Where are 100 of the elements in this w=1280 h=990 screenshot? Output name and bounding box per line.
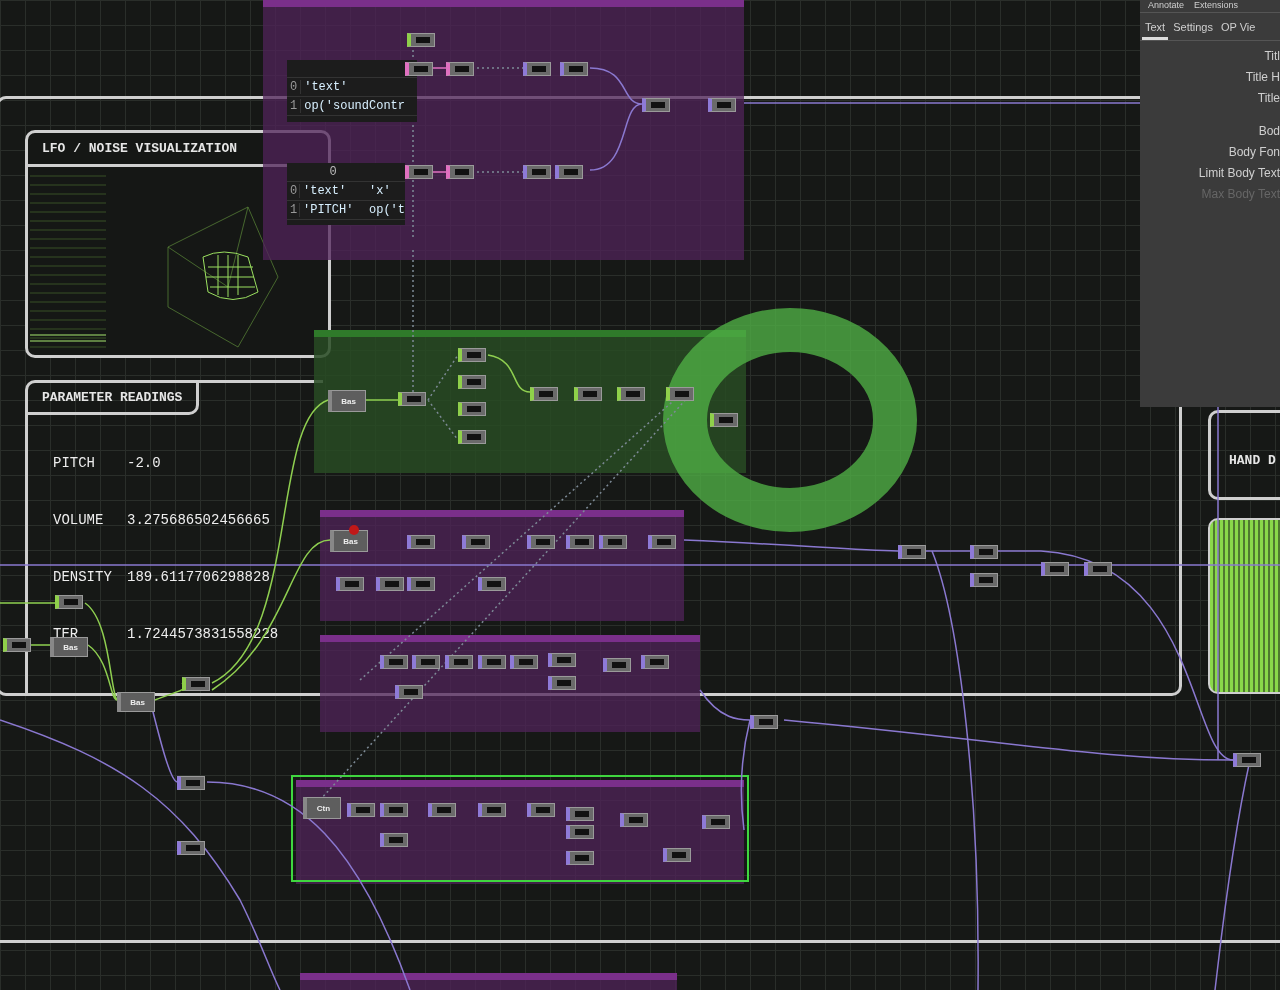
table-cell: 1 <box>287 99 302 113</box>
operator-node[interactable] <box>566 535 594 549</box>
operator-node[interactable] <box>548 676 576 690</box>
operator-node[interactable] <box>663 848 691 862</box>
operator-node[interactable]: Bas <box>330 530 368 552</box>
operator-node[interactable] <box>702 815 730 829</box>
reading-label: PITCH <box>53 455 96 471</box>
panel-title: PARAMETER READINGS <box>28 383 200 415</box>
operator-node[interactable]: Ctn <box>303 797 341 819</box>
reading-value: 189.6117706298828 <box>127 569 270 585</box>
operator-node[interactable] <box>970 545 998 559</box>
operator-node[interactable] <box>446 62 474 76</box>
operator-node[interactable] <box>458 375 486 389</box>
operator-node[interactable] <box>750 715 778 729</box>
operator-node[interactable] <box>412 655 440 669</box>
menu-item[interactable]: Annotate <box>1148 0 1185 10</box>
reading-value: 3.275686502456665 <box>127 512 270 528</box>
operator-node[interactable] <box>407 33 435 47</box>
panel-title: HAND D <box>1229 453 1276 468</box>
operator-node[interactable] <box>458 430 486 444</box>
operator-node[interactable] <box>478 803 506 817</box>
operator-node[interactable]: Bas <box>50 637 88 657</box>
operator-node[interactable] <box>182 677 210 691</box>
operator-node[interactable] <box>523 165 551 179</box>
operator-node[interactable]: Bas <box>117 692 155 712</box>
parameter-label: Bod <box>1258 124 1280 140</box>
operator-node[interactable] <box>407 577 435 591</box>
operator-node[interactable] <box>407 535 435 549</box>
parameter-label: Titl <box>1264 49 1280 65</box>
operator-node[interactable] <box>599 535 627 549</box>
operator-node[interactable] <box>380 833 408 847</box>
operator-node[interactable] <box>566 807 594 821</box>
operator-node[interactable] <box>347 803 375 817</box>
operator-node[interactable] <box>405 165 433 179</box>
menu-item[interactable]: Extensions <box>1194 0 1239 10</box>
operator-node[interactable] <box>380 655 408 669</box>
operator-node[interactable] <box>898 545 926 559</box>
operator-node[interactable] <box>566 825 594 839</box>
operator-node[interactable] <box>642 98 670 112</box>
table-header: 0 <box>328 165 338 179</box>
operator-node[interactable] <box>527 535 555 549</box>
operator-node[interactable] <box>617 387 645 401</box>
tab[interactable]: Text <box>1142 19 1169 40</box>
table-cell: 0 <box>287 80 302 94</box>
parameter-label: Body Fon <box>1228 145 1280 161</box>
operator-node[interactable] <box>574 387 602 401</box>
operator-node[interactable] <box>648 535 676 549</box>
reading-label: VOLUME <box>53 512 105 528</box>
operator-node[interactable] <box>1041 562 1069 576</box>
operator-node[interactable] <box>708 98 736 112</box>
parameter-label: Title H <box>1245 70 1280 86</box>
error-icon <box>349 525 359 535</box>
operator-node[interactable] <box>446 165 474 179</box>
operator-node[interactable]: Bas <box>328 390 366 412</box>
operator-node[interactable] <box>710 413 738 427</box>
operator-node[interactable] <box>478 655 506 669</box>
operator-node[interactable] <box>405 62 433 76</box>
operator-node[interactable] <box>666 387 694 401</box>
operator-node[interactable] <box>566 851 594 865</box>
operator-node[interactable] <box>523 62 551 76</box>
operator-node[interactable] <box>527 803 555 817</box>
operator-node[interactable] <box>380 803 408 817</box>
operator-node[interactable] <box>428 803 456 817</box>
table-cell-text: 'PITCH' <box>302 203 355 217</box>
table-cell: 1 <box>287 203 300 217</box>
operator-node[interactable] <box>603 658 631 672</box>
operator-node[interactable] <box>510 655 538 669</box>
operator-node[interactable] <box>560 62 588 76</box>
operator-node[interactable] <box>1233 753 1261 767</box>
operator-node[interactable] <box>3 638 31 652</box>
tab[interactable]: Settings <box>1170 19 1216 40</box>
operator-node[interactable] <box>458 402 486 416</box>
operator-node[interactable] <box>458 348 486 362</box>
operator-node[interactable] <box>398 392 426 406</box>
operator-node[interactable] <box>177 841 205 855</box>
operator-node[interactable] <box>548 653 576 667</box>
operator-node[interactable] <box>555 165 583 179</box>
table-cell-text: 'x' <box>368 184 392 198</box>
table-cell: 0 <box>287 184 300 198</box>
table-cell-text: 'text' <box>303 80 349 94</box>
reading-label: DENSITY <box>53 569 113 585</box>
operator-node[interactable] <box>376 577 404 591</box>
operator-node[interactable] <box>395 685 423 699</box>
parameter-label: Limit Body Text <box>1198 166 1280 182</box>
reading-value: -2.0 <box>127 455 161 471</box>
table-cell-text: op('t <box>368 203 405 217</box>
tab[interactable]: OP Vie <box>1217 19 1259 40</box>
operator-node[interactable] <box>1084 562 1112 576</box>
parameter-label: Title <box>1257 91 1280 107</box>
operator-node[interactable] <box>478 577 506 591</box>
table-cell-text: 'text' <box>302 184 348 198</box>
operator-node[interactable] <box>970 573 998 587</box>
operator-node[interactable] <box>620 813 648 827</box>
operator-node[interactable] <box>641 655 669 669</box>
operator-node[interactable] <box>336 577 364 591</box>
operator-node[interactable] <box>462 535 490 549</box>
operator-node[interactable] <box>177 776 205 790</box>
operator-node[interactable] <box>445 655 473 669</box>
operator-node[interactable] <box>530 387 558 401</box>
operator-node[interactable] <box>55 595 83 609</box>
